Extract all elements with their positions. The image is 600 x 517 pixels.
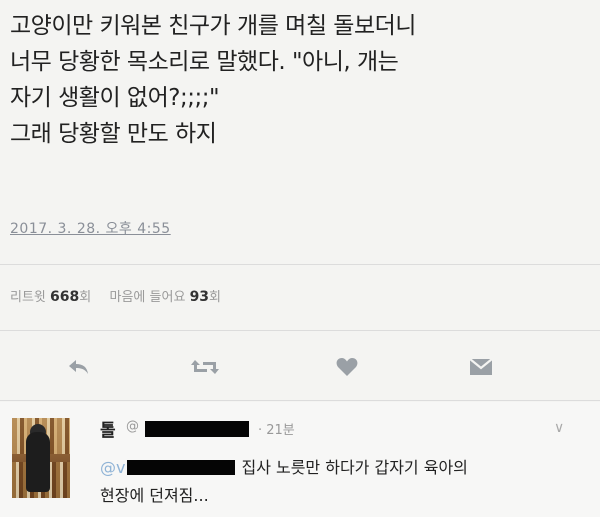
tweet-line: 자기 생활이 없어?;;;;": [10, 85, 220, 111]
divider: [0, 264, 600, 265]
retweet-icon: [191, 360, 219, 374]
divider: [0, 330, 600, 331]
like-label: 마음에 들어요: [109, 290, 186, 305]
reply-text-line: 현장에 던져짐...: [100, 486, 209, 505]
reply-tweet[interactable]: 톨 @ · 21분 ∨ @v 집사 노릇만 하다가 갑자기 육아의 현장에 던져짐…: [0, 402, 600, 517]
retweet-count[interactable]: 668: [50, 289, 79, 305]
divider: [0, 400, 600, 401]
tweet-text: 고양이만 키워본 친구가 개를 며칠 돌보더니 너무 당황한 목소리로 말했다.…: [10, 8, 590, 152]
tweet-line: 너무 당황한 목소리로 말했다. "아니, 개는: [10, 49, 399, 75]
reply-author-name[interactable]: 톨: [100, 416, 116, 441]
heart-icon: [336, 358, 358, 376]
chevron-down-icon[interactable]: ∨: [554, 420, 564, 436]
like-unit: 회: [209, 290, 222, 305]
reply-text: @v 집사 노릇만 하다가 갑자기 육아의 현장에 던져짐...: [100, 454, 580, 510]
tweet-actions: [0, 352, 600, 382]
tweet-stats: 리트윗 668회 마음에 들어요 93회: [10, 286, 221, 305]
retweet-label: 리트윗: [10, 290, 46, 305]
reply-button[interactable]: [64, 352, 94, 382]
reply-time[interactable]: · 21분: [258, 419, 295, 438]
retweet-unit: 회: [79, 290, 92, 305]
tweet-line: 그래 당황할 만도 하지: [10, 121, 217, 147]
retweet-button[interactable]: [190, 352, 220, 382]
like-count[interactable]: 93: [190, 289, 209, 305]
reply-mention[interactable]: @v: [100, 458, 125, 477]
reply-text-line: 집사 노릇만 하다가 갑자기 육아의: [241, 458, 468, 477]
tweet-timestamp[interactable]: 2017. 3. 28. 오후 4:55: [10, 218, 171, 238]
like-button[interactable]: [332, 352, 362, 382]
avatar[interactable]: [12, 418, 70, 498]
envelope-icon: [469, 358, 493, 375]
message-button[interactable]: [466, 352, 496, 382]
tweet-line: 고양이만 키워본 친구가 개를 며칠 돌보더니: [10, 13, 416, 39]
reply-handle-prefix: @: [126, 419, 139, 434]
redaction-bar: [127, 460, 236, 475]
redaction-bar: [145, 421, 249, 437]
reply-icon: [69, 360, 88, 374]
